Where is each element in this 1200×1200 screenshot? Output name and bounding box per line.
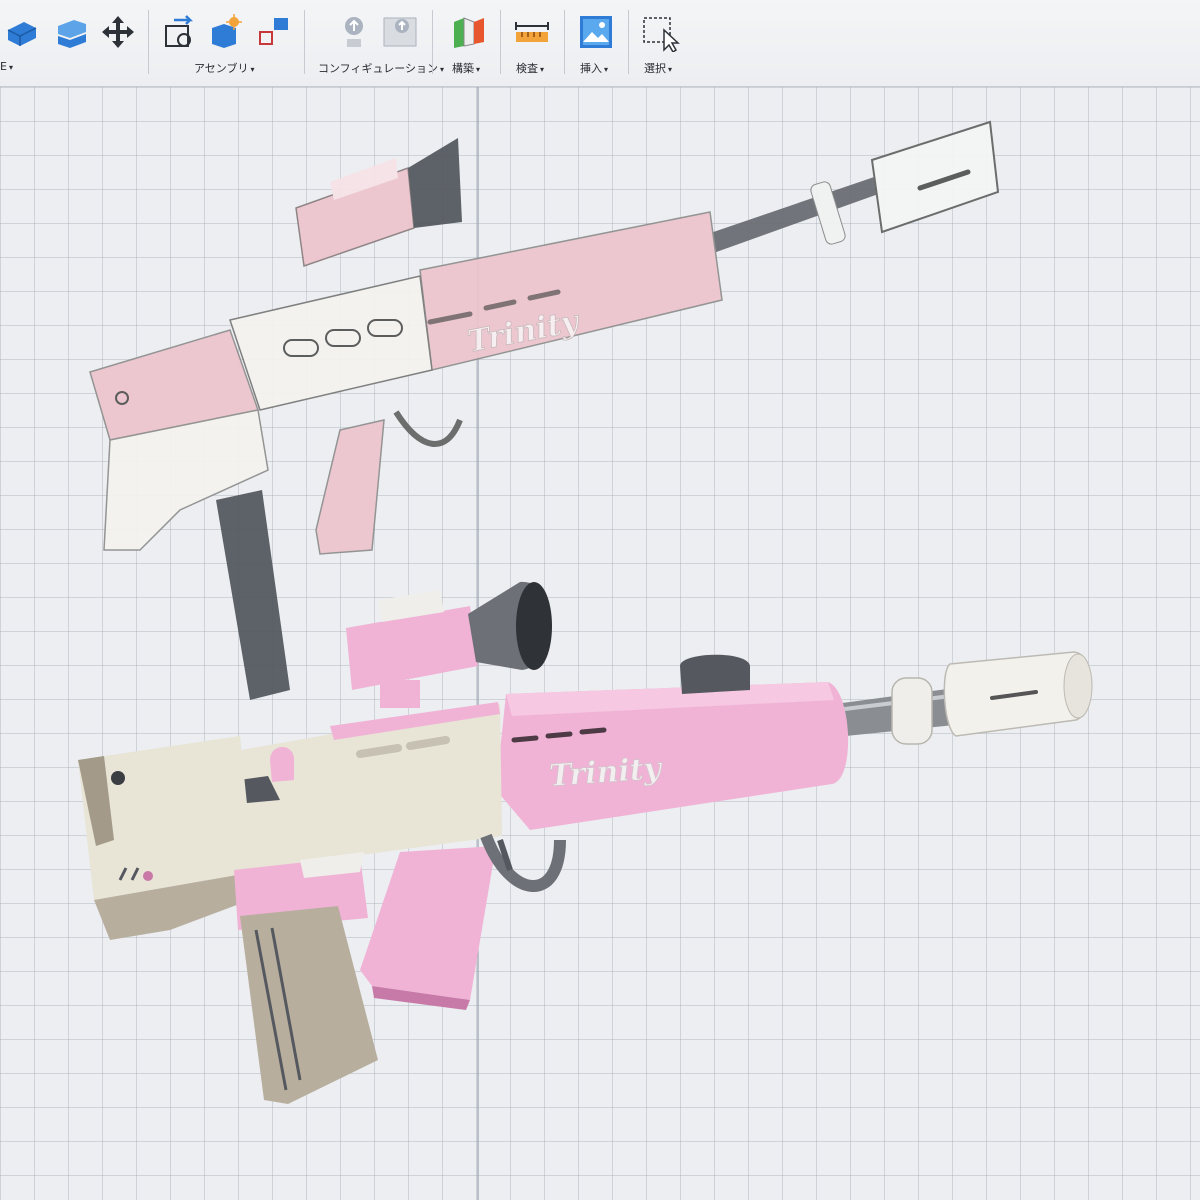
group-label-construct[interactable]: 構築 ▾ [452, 60, 480, 76]
model-stock-bolt [111, 771, 125, 785]
group-label-assembly[interactable]: アセンブリ ▾ [194, 60, 254, 76]
model-stock-pin [143, 871, 153, 881]
model-muzzle-face [1063, 653, 1093, 719]
ref-magazine [216, 490, 290, 700]
ref-handguard [419, 211, 723, 371]
group-label-configuration[interactable]: コンフィギュレーション ▾ [318, 60, 444, 76]
config-a-icon[interactable] [334, 12, 374, 56]
measure-icon[interactable] [512, 12, 552, 56]
ref-trigger-guard [393, 410, 463, 447]
scene: Trinity Trinity [78, 87, 1093, 1200]
group-label-modify[interactable]: E ▾ [0, 60, 13, 73]
ref-muzzle [870, 120, 1000, 234]
3d-model[interactable]: Trinity [78, 581, 1093, 1104]
sketch-icon[interactable] [52, 12, 92, 56]
model-scope-mount [380, 680, 420, 708]
toolbar-divider [304, 10, 305, 74]
select-icon[interactable] [640, 12, 680, 56]
model-charging-handle [270, 746, 294, 782]
ref-scope-lens [408, 138, 462, 228]
model-trigger-guard [480, 833, 566, 892]
insert-image-icon[interactable] [576, 12, 616, 56]
toolbar-divider [628, 10, 629, 74]
toolbar-divider [432, 10, 433, 74]
toolbar-divider [148, 10, 149, 74]
model-grip [360, 846, 496, 1000]
model-barrel-ring [891, 677, 933, 745]
group-label-select[interactable]: 選択 ▾ [644, 60, 672, 76]
joint-icon[interactable] [206, 12, 246, 56]
model-scope [346, 606, 478, 690]
model-scope-lens-glass [516, 582, 552, 670]
viewport-canvas[interactable]: Trinity Trinity [0, 87, 1200, 1200]
toolbar-divider [500, 10, 501, 74]
move-icon[interactable] [98, 12, 138, 56]
rigid-group-icon[interactable] [254, 12, 294, 56]
toolbar-divider [564, 10, 565, 74]
toolbar: E ▾ アセンブリ ▾ コンフィギュレーション ▾ 構築 ▾ 検査 ▾ 挿入 ▾ 選択 ▾ [0, 0, 1200, 87]
ref-grip [315, 419, 385, 555]
extrude-icon[interactable] [2, 12, 42, 56]
group-label-inspect[interactable]: 検査 ▾ [516, 60, 544, 76]
ref-barrel [690, 175, 884, 260]
ref-receiver-upper [229, 275, 433, 411]
construct-plane-icon[interactable] [448, 12, 488, 56]
new-component-icon[interactable] [160, 12, 200, 56]
model-magazine [240, 906, 378, 1104]
config-b-icon[interactable] [380, 12, 420, 56]
model-rear-sight [680, 654, 750, 694]
group-label-insert[interactable]: 挿入 ▾ [580, 60, 608, 76]
